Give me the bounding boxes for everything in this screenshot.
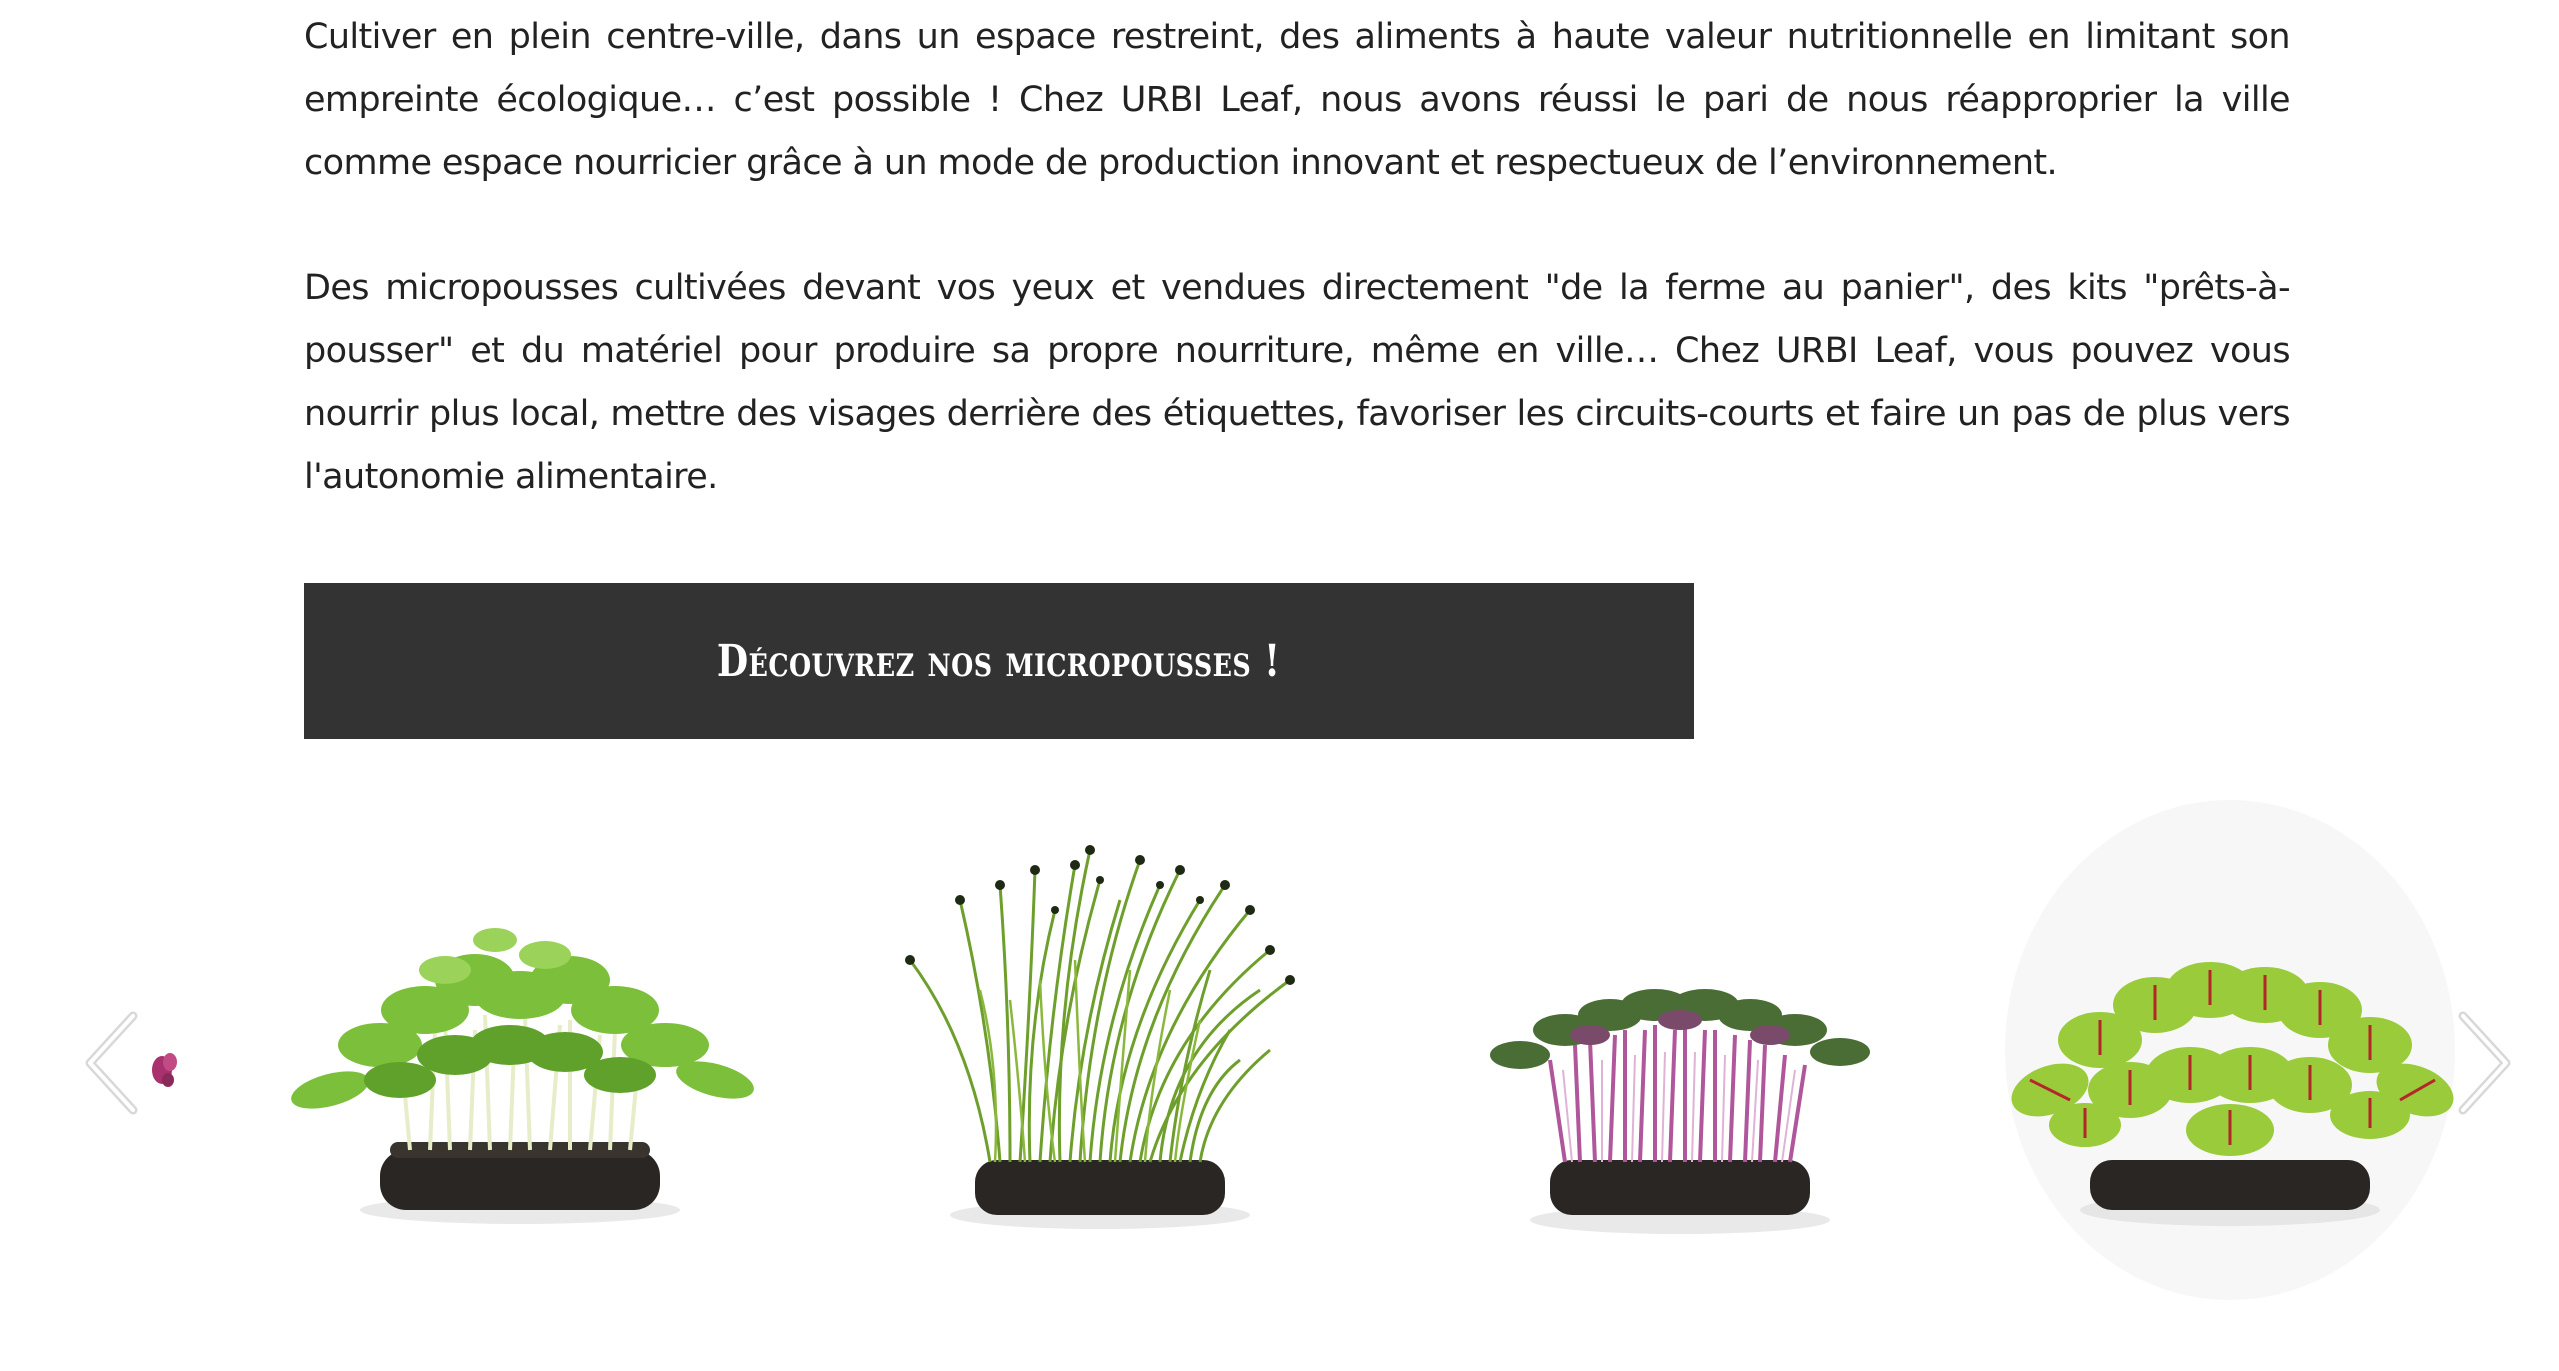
intro-paragraph-2: Des micropousses cultivées devant vos ye… [304, 268, 2291, 497]
chevron-right-icon[interactable] [2448, 1008, 2518, 1118]
discover-microgreens-button[interactable]: Découvrez nos micropousses ! [304, 583, 1694, 739]
chive-microgreens-image [905, 845, 1295, 1229]
microgreens-slide-2[interactable] [850, 790, 1350, 1250]
microgreens-slide-4[interactable] [1990, 790, 2470, 1310]
chevron-left-icon[interactable] [78, 1008, 148, 1118]
purple-radish-microgreens-image [1490, 989, 1870, 1234]
red-veined-sorrel-microgreens-image [2005, 800, 2455, 1300]
microgreens-slide-1[interactable] [270, 790, 770, 1250]
previous-slide-peek [148, 1040, 184, 1104]
microgreens-slide-3[interactable] [1430, 790, 1930, 1250]
intro-paragraph-1: Cultiver en plein centre-ville, dans un … [304, 17, 2291, 183]
microgreens-gallery [0, 790, 2559, 1330]
sunflower-microgreens-image [291, 928, 754, 1224]
intro-text: Cultiver en plein centre-ville, dans un … [304, 6, 2291, 509]
discover-microgreens-label: Découvrez nos micropousses ! [717, 635, 1281, 687]
